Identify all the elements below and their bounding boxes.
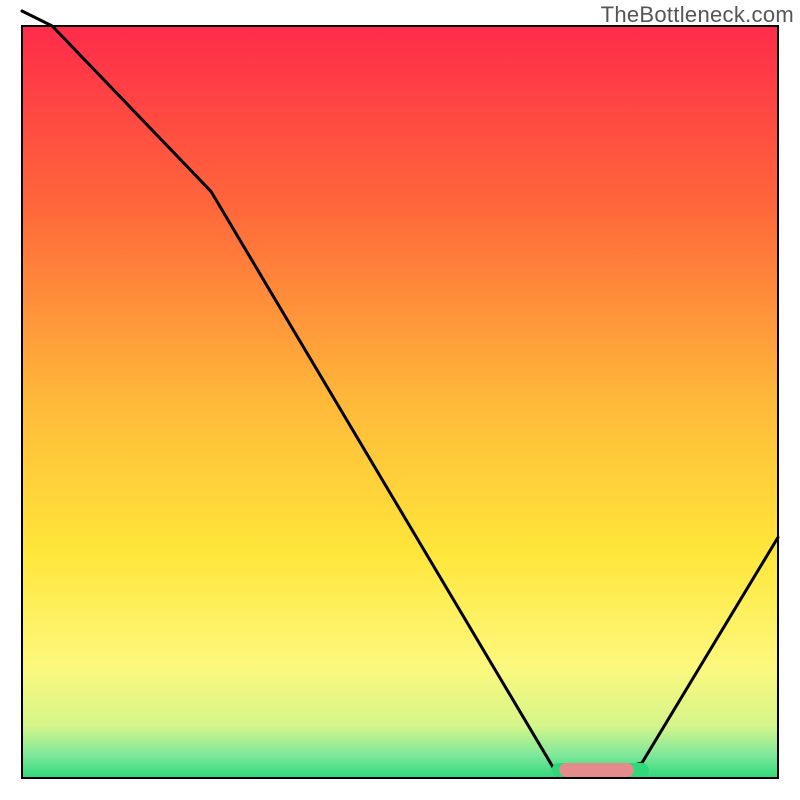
plot-background	[22, 26, 778, 778]
chart-canvas	[0, 0, 800, 800]
watermark-text: TheBottleneck.com	[601, 2, 794, 28]
